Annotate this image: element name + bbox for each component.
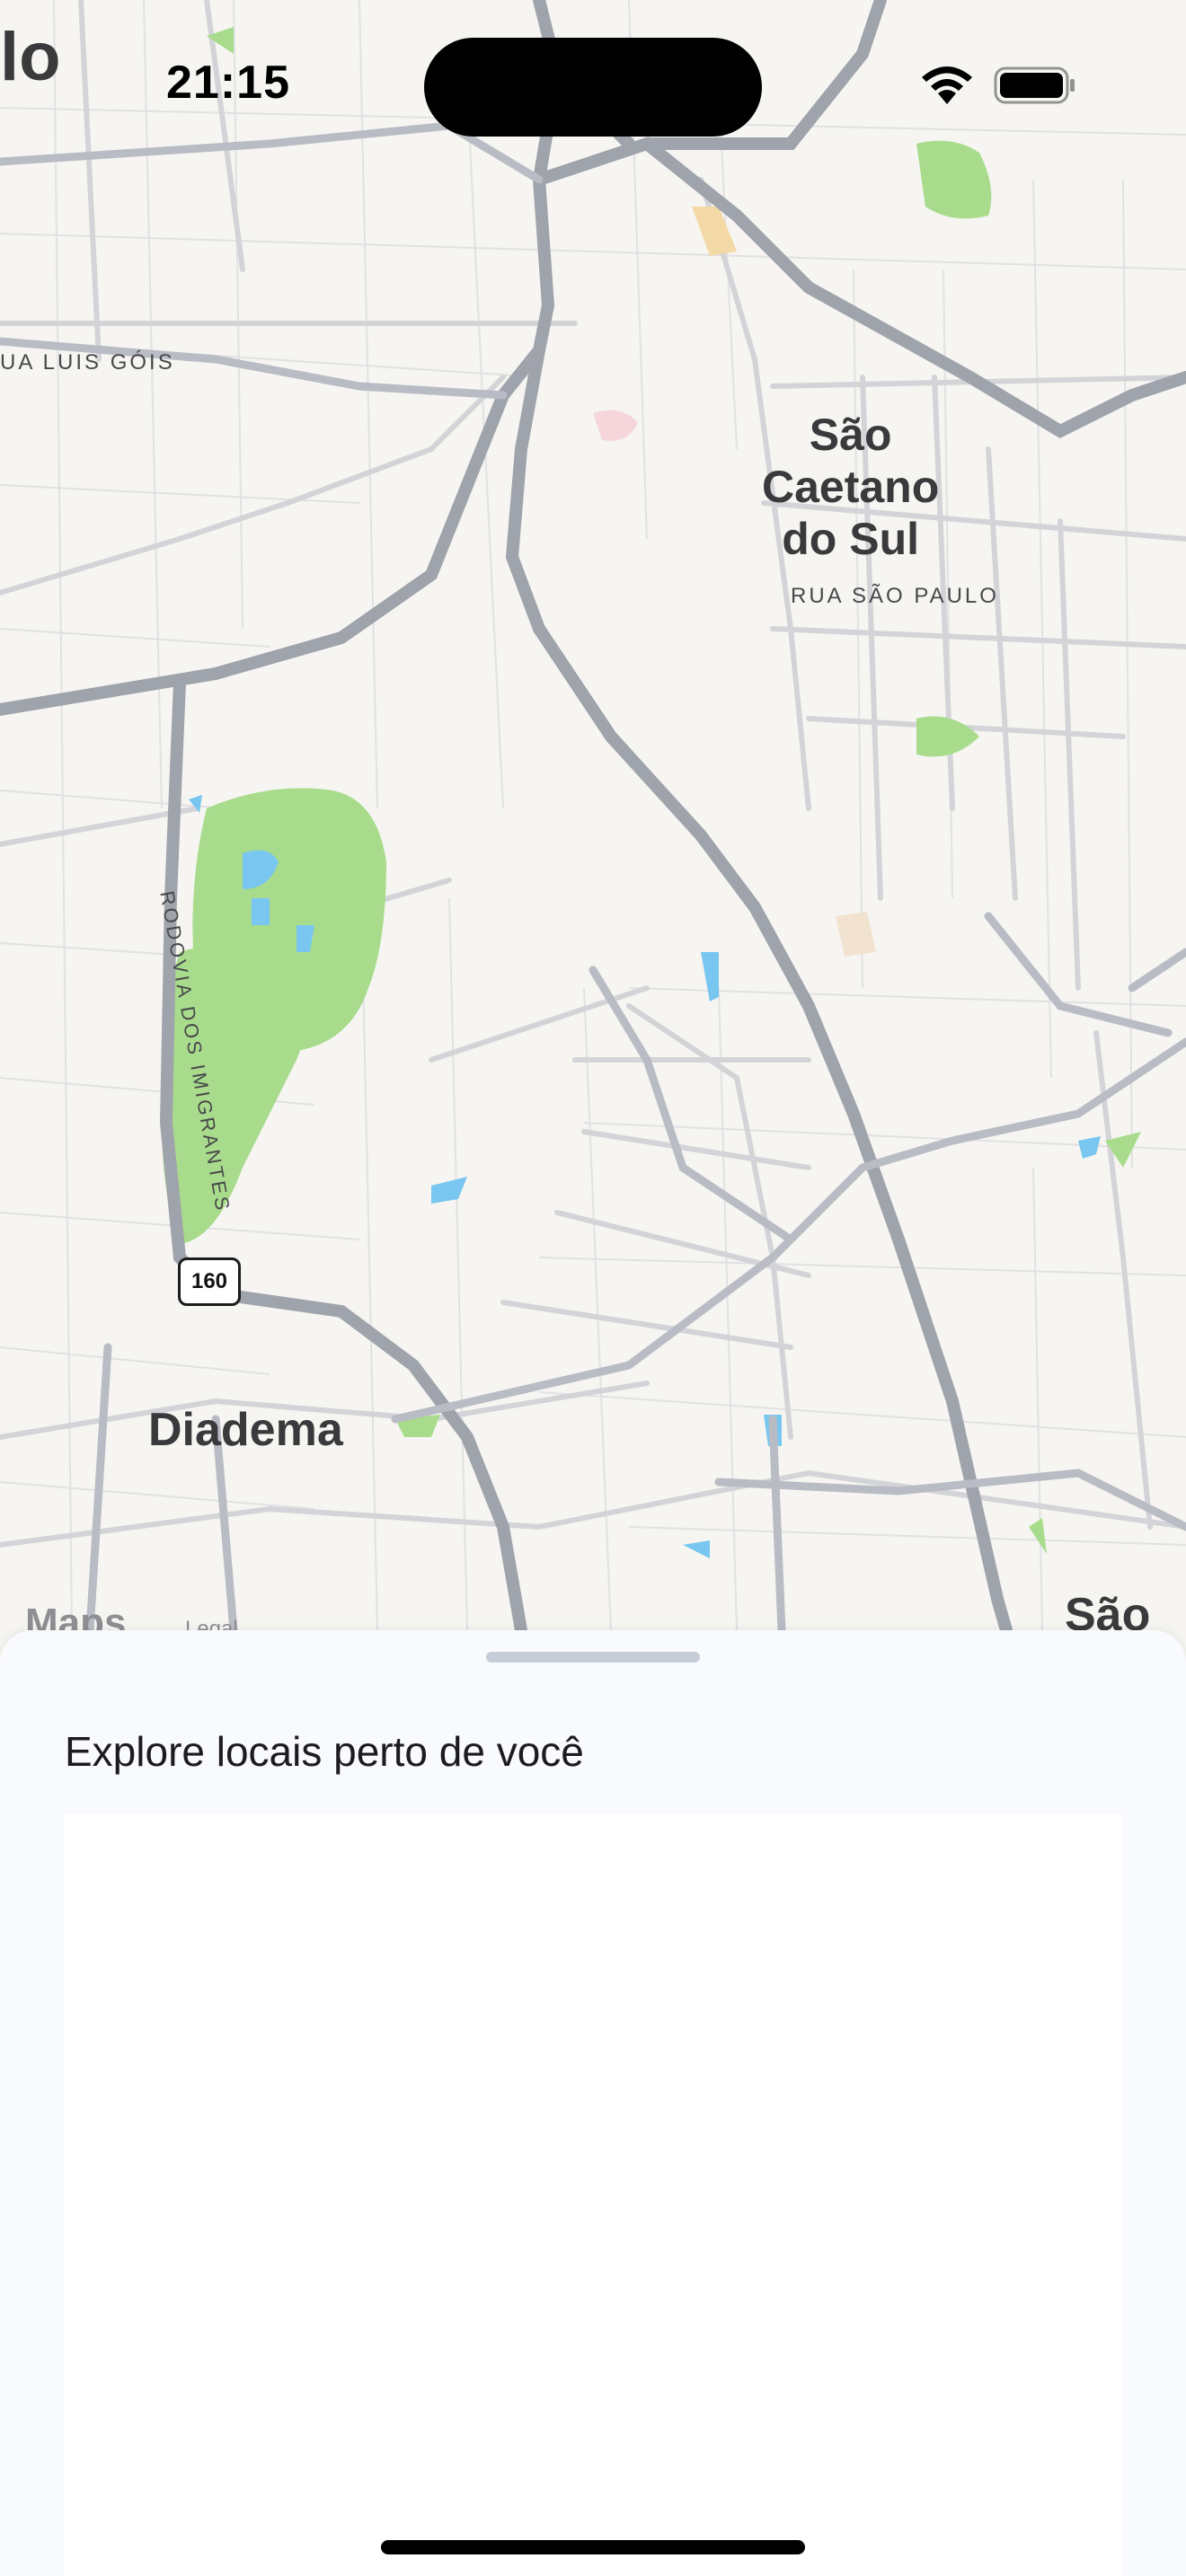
sheet-grabber[interactable] <box>486 1652 700 1663</box>
status-time: 21:15 <box>166 57 290 109</box>
home-indicator[interactable] <box>381 2540 805 2554</box>
wifi-icon <box>922 66 972 104</box>
battery-icon <box>994 66 1075 104</box>
sheet-title: Explore locais perto de você <box>65 1728 584 1775</box>
highway-shield: 160 <box>178 1257 241 1306</box>
map-canvas <box>0 0 1186 1630</box>
bottom-sheet[interactable]: Explore locais perto de você <box>0 1630 1186 2576</box>
map-label-sao-caetano[interactable]: São Caetano do Sul <box>762 409 939 565</box>
legal-link[interactable]: Legal <box>185 1617 238 1630</box>
places-list[interactable] <box>65 1814 1121 2576</box>
maps-logo: Maps <box>25 1601 127 1630</box>
map-label-sao-bottom-right[interactable]: São <box>1065 1588 1150 1630</box>
map-label-diadema[interactable]: Diadema <box>148 1403 343 1457</box>
map-view[interactable]: lo UA LUIS GÓIS São Caetano do Sul RUA S… <box>0 0 1186 1630</box>
map-label-street-sao-paulo: RUA SÃO PAULO <box>791 584 999 608</box>
dynamic-island <box>424 38 762 137</box>
map-label-street-luis-gois: UA LUIS GÓIS <box>0 350 175 375</box>
status-bar: 21:15 <box>0 0 1186 171</box>
